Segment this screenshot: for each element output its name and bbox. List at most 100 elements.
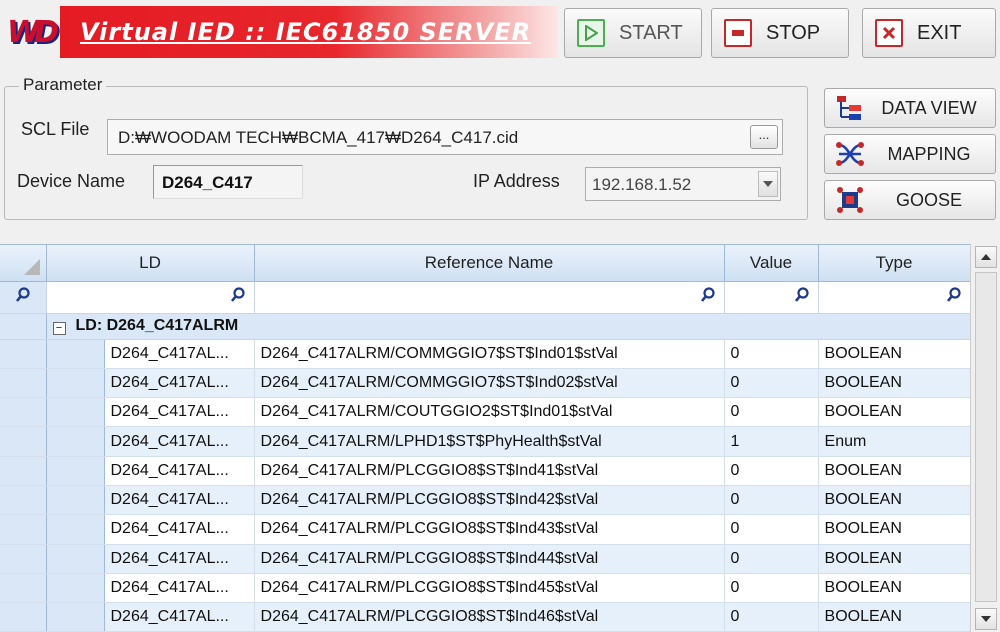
table-row[interactable]: D264_C417AL... D264_C417ALRM/COMMGGIO7$S… — [0, 339, 970, 369]
cell-ld[interactable]: D264_C417AL... — [104, 514, 255, 545]
cell-value[interactable]: 0 — [724, 544, 819, 574]
exit-button[interactable]: EXIT — [862, 8, 996, 58]
vertical-scrollbar[interactable] — [970, 244, 1000, 632]
table-row[interactable]: D264_C417AL... D264_C417ALRM/PLCGGIO8$ST… — [0, 485, 970, 516]
cell-reference-name[interactable]: D264_C417ALRM/COMMGGIO7$ST$Ind01$stVal — [254, 339, 725, 369]
cell-value[interactable]: 0 — [724, 573, 819, 604]
table-row[interactable]: D264_C417AL... D264_C417ALRM/PLCGGIO8$ST… — [0, 544, 970, 574]
close-icon — [875, 19, 903, 47]
browse-button[interactable]: ... — [750, 125, 778, 149]
scrollbar-thumb[interactable] — [975, 272, 997, 602]
table-row[interactable]: D264_C417AL... D264_C417ALRM/PLCGGIO8$ST… — [0, 514, 970, 545]
table-row[interactable]: D264_C417AL... D264_C417ALRM/PLCGGIO8$ST… — [0, 602, 970, 632]
table-row[interactable]: D264_C417AL... D264_C417ALRM/PLCGGIO8$ST… — [0, 456, 970, 486]
row-selector[interactable] — [0, 313, 47, 340]
ip-address-select[interactable]: 192.168.1.52 — [585, 167, 781, 201]
data-view-button[interactable]: DATA VIEW — [824, 88, 996, 128]
group-row[interactable]: − LD: D264_C417ALRM — [0, 313, 970, 340]
cell-ld[interactable]: D264_C417AL... — [104, 544, 255, 574]
row-selector[interactable] — [0, 573, 47, 604]
scl-file-field[interactable]: D:₩WOODAM TECH₩BCMA_417₩D264_C417.cid ..… — [107, 119, 783, 155]
group-header[interactable]: − LD: D264_C417ALRM — [46, 313, 970, 340]
cell-ld[interactable]: D264_C417AL... — [104, 573, 255, 604]
cell-reference-name[interactable]: D264_C417ALRM/LPHD1$ST$PhyHealth$stVal — [254, 426, 725, 457]
row-selector[interactable] — [0, 544, 47, 574]
stop-button-label: STOP — [766, 21, 821, 44]
cell-reference-name[interactable]: D264_C417ALRM/PLCGGIO8$ST$Ind43$stVal — [254, 514, 725, 545]
row-selector[interactable] — [0, 368, 47, 399]
play-icon — [577, 19, 605, 47]
cell-value[interactable]: 1 — [724, 426, 819, 457]
scl-file-value: D:₩WOODAM TECH₩BCMA_417₩D264_C417.cid — [118, 128, 519, 147]
column-header-reference-name[interactable]: Reference Name — [254, 245, 725, 282]
filter-ld[interactable] — [46, 281, 255, 314]
cell-ld[interactable]: D264_C417AL... — [104, 602, 255, 632]
cell-value[interactable]: 0 — [724, 485, 819, 516]
select-all-corner[interactable] — [0, 245, 47, 282]
device-name-label: Device Name — [17, 171, 126, 191]
cell-type[interactable]: BOOLEAN — [818, 485, 970, 516]
goose-button[interactable]: GOOSE — [824, 180, 996, 220]
table-row[interactable]: D264_C417AL... D264_C417ALRM/COUTGGIO2$S… — [0, 397, 970, 428]
cell-value[interactable]: 0 — [724, 602, 819, 632]
cell-type[interactable]: BOOLEAN — [818, 573, 970, 604]
arrow-up-icon — [981, 254, 991, 260]
cell-ld[interactable]: D264_C417AL... — [104, 339, 255, 369]
cell-type[interactable]: BOOLEAN — [818, 368, 970, 399]
device-name-field[interactable]: D264_C417 — [153, 165, 303, 199]
mapping-button[interactable]: MAPPING — [824, 134, 996, 174]
cell-reference-name[interactable]: D264_C417ALRM/PLCGGIO8$ST$Ind46$stVal — [254, 602, 725, 632]
column-header-value[interactable]: Value — [724, 245, 819, 282]
cell-type[interactable]: Enum — [818, 426, 970, 457]
column-header-type[interactable]: Type — [818, 245, 970, 282]
cell-type[interactable]: BOOLEAN — [818, 514, 970, 545]
cell-value[interactable]: 0 — [724, 514, 819, 545]
stop-button[interactable]: STOP — [711, 8, 849, 58]
search-icon — [794, 286, 809, 302]
cell-reference-name[interactable]: D264_C417ALRM/PLCGGIO8$ST$Ind44$stVal — [254, 544, 725, 574]
table-row[interactable]: D264_C417AL... D264_C417ALRM/COMMGGIO7$S… — [0, 368, 970, 399]
cell-value[interactable]: 0 — [724, 368, 819, 399]
cell-value[interactable]: 0 — [724, 339, 819, 369]
start-button[interactable]: START — [564, 8, 702, 58]
filter-value[interactable] — [724, 281, 819, 314]
cell-ld[interactable]: D264_C417AL... — [104, 485, 255, 516]
scroll-up-button[interactable] — [975, 246, 997, 268]
cell-value[interactable]: 0 — [724, 397, 819, 428]
cell-reference-name[interactable]: D264_C417ALRM/COUTGGIO2$ST$Ind01$stVal — [254, 397, 725, 428]
collapse-icon[interactable]: − — [52, 322, 66, 335]
cell-reference-name[interactable]: D264_C417ALRM/COMMGGIO7$ST$Ind02$stVal — [254, 368, 725, 399]
cell-reference-name[interactable]: D264_C417ALRM/PLCGGIO8$ST$Ind45$stVal — [254, 573, 725, 604]
row-selector[interactable] — [0, 339, 47, 369]
cell-ld[interactable]: D264_C417AL... — [104, 426, 255, 457]
row-selector[interactable] — [0, 602, 47, 632]
search-icon — [946, 286, 961, 302]
cell-ld[interactable]: D264_C417AL... — [104, 456, 255, 486]
cell-type[interactable]: BOOLEAN — [818, 339, 970, 369]
column-header-ld[interactable]: LD — [46, 245, 255, 282]
cell-value[interactable]: 0 — [724, 456, 819, 486]
cell-reference-name[interactable]: D264_C417ALRM/PLCGGIO8$ST$Ind41$stVal — [254, 456, 725, 486]
cell-type[interactable]: BOOLEAN — [818, 456, 970, 486]
filter-reference-name[interactable] — [254, 281, 725, 314]
filter-type[interactable] — [818, 281, 970, 314]
data-grid[interactable]: LD Reference Name Value Type − LD: D264_… — [0, 244, 970, 632]
cell-ld[interactable]: D264_C417AL... — [104, 368, 255, 399]
row-selector[interactable] — [0, 456, 47, 486]
cell-type[interactable]: BOOLEAN — [818, 397, 970, 428]
table-row[interactable]: D264_C417AL... D264_C417ALRM/LPHD1$ST$Ph… — [0, 426, 970, 457]
grid-header-row: LD Reference Name Value Type — [0, 245, 970, 282]
cell-type[interactable]: BOOLEAN — [818, 602, 970, 632]
group-indent — [46, 426, 105, 457]
cell-type[interactable]: BOOLEAN — [818, 544, 970, 574]
cell-reference-name[interactable]: D264_C417ALRM/PLCGGIO8$ST$Ind42$stVal — [254, 485, 725, 516]
table-row[interactable]: D264_C417AL... D264_C417ALRM/PLCGGIO8$ST… — [0, 573, 970, 604]
scroll-down-button[interactable] — [975, 608, 997, 630]
chevron-down-icon[interactable] — [758, 171, 778, 197]
title-banner: Virtual IED :: IEC61850 SERVER — [60, 6, 558, 58]
row-selector[interactable] — [0, 397, 47, 428]
cell-ld[interactable]: D264_C417AL... — [104, 397, 255, 428]
row-selector[interactable] — [0, 485, 47, 516]
row-selector[interactable] — [0, 514, 47, 545]
row-selector[interactable] — [0, 426, 47, 457]
